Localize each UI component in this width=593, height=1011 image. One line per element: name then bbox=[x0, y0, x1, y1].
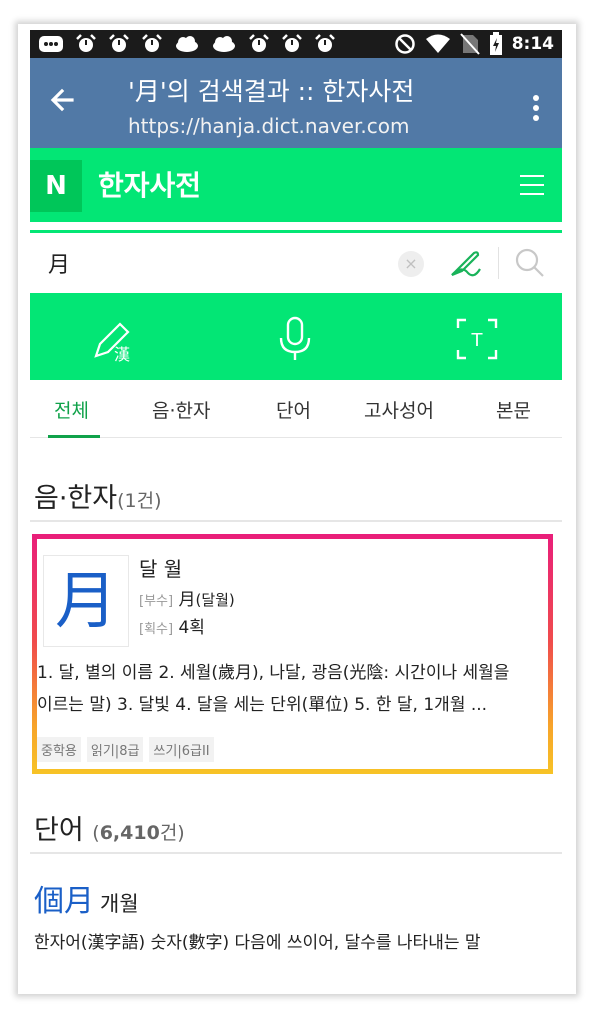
notification-icons bbox=[30, 30, 336, 58]
back-arrow-icon[interactable] bbox=[44, 80, 84, 120]
handwriting-input-icon[interactable]: 漢 bbox=[88, 314, 138, 364]
word-reading: 개월 bbox=[100, 892, 139, 916]
clock: 8:14 bbox=[511, 34, 554, 54]
meaning-line: 1. 달, 별의 이름 2. 세월(歲月), 나달, 광음(光陰: 시간이나 세… bbox=[37, 663, 510, 683]
level-chip: 쓰기|6급II bbox=[149, 737, 214, 762]
radical-value: 月 bbox=[178, 590, 196, 610]
hanja-result-body: 月 달 월 [부수] 月(달월) [획수] 4획 1. 달, 별의 이름 2. … bbox=[37, 539, 548, 769]
battery-charging-icon bbox=[489, 32, 502, 55]
naver-logo[interactable]: N bbox=[30, 160, 82, 212]
wifi-icon bbox=[425, 34, 450, 53]
no-sim-icon bbox=[459, 33, 480, 55]
word-section-label: 단어 bbox=[34, 815, 84, 846]
tab-words[interactable]: 단어 bbox=[276, 396, 311, 423]
search-bar: × bbox=[30, 230, 562, 296]
input-tools-bar: 漢 T bbox=[30, 296, 562, 380]
radical-note: (달월) bbox=[195, 591, 235, 609]
word-definition: 한자어(漢字語) 숫자(數字) 다음에 쓰이어, 달수를 나타내는 말 bbox=[34, 933, 481, 953]
search-divider bbox=[498, 247, 499, 279]
site-header: N 한자사전 bbox=[30, 148, 562, 222]
search-input[interactable] bbox=[48, 247, 348, 279]
clear-search-button[interactable]: × bbox=[398, 251, 424, 277]
phone-screen: 8:14 '月'의 검색결과 :: 한자사전 https://hanja.dic… bbox=[30, 30, 562, 988]
hanja-character[interactable]: 月 bbox=[43, 555, 129, 647]
chat-icon bbox=[39, 36, 63, 52]
site-title[interactable]: 한자사전 bbox=[98, 164, 201, 204]
level-chips: 중학용 읽기|8급 쓰기|6급II bbox=[37, 737, 214, 762]
alarm-icon bbox=[315, 34, 335, 52]
browser-toolbar: '月'의 검색결과 :: 한자사전 https://hanja.dict.nav… bbox=[30, 58, 562, 148]
strokes-label: [획수] bbox=[139, 622, 174, 637]
alarm-icon bbox=[142, 34, 162, 52]
hanja-result-card[interactable]: 月 달 월 [부수] 月(달월) [획수] 4획 1. 달, 별의 이름 2. … bbox=[32, 534, 553, 774]
strokes-row: [획수] 4획 bbox=[139, 613, 205, 638]
text-recognition-icon[interactable]: T bbox=[452, 314, 502, 364]
search-icon[interactable] bbox=[514, 247, 546, 279]
strokes-value: 4획 bbox=[178, 618, 205, 638]
alarm-icon bbox=[109, 34, 129, 52]
hanja-section-title: 음·한자(1건) bbox=[34, 476, 162, 515]
overflow-menu-icon[interactable] bbox=[524, 88, 548, 128]
hamburger-menu-icon[interactable] bbox=[518, 172, 546, 198]
handwriting-search-icon[interactable] bbox=[448, 245, 484, 281]
alarm-icon bbox=[249, 34, 269, 52]
microphone-icon[interactable] bbox=[270, 314, 320, 364]
level-chip: 읽기|8급 bbox=[86, 737, 144, 762]
word-hanja[interactable]: 個月 bbox=[34, 884, 94, 919]
svg-text:漢: 漢 bbox=[114, 345, 130, 364]
hanja-reading: 달 월 bbox=[139, 557, 183, 581]
level-chip: 중학용 bbox=[37, 737, 81, 762]
tab-sound-hanja[interactable]: 음·한자 bbox=[152, 396, 210, 423]
result-tabs: 전체 음·한자 단어 고사성어 본문 bbox=[30, 380, 562, 438]
browser-page-title: '月'의 검색결과 :: 한자사전 bbox=[128, 77, 415, 106]
tab-body-text[interactable]: 본문 bbox=[496, 396, 531, 423]
alarm-icon bbox=[76, 34, 96, 52]
radical-row: [부수] 月(달월) bbox=[139, 585, 235, 610]
screenshot-frame: 8:14 '月'의 검색결과 :: 한자사전 https://hanja.dic… bbox=[18, 24, 576, 994]
cloud-icon bbox=[213, 36, 235, 52]
hanja-meanings: 1. 달, 별의 이름 2. 세월(歲月), 나달, 광음(光陰: 시간이나 세… bbox=[37, 657, 551, 721]
status-bar: 8:14 bbox=[30, 30, 562, 58]
hanja-section-count: (1건) bbox=[117, 490, 162, 512]
tab-all[interactable]: 전체 bbox=[54, 396, 89, 423]
section-divider bbox=[30, 852, 562, 854]
word-section-title: 단어 (6,410건) bbox=[34, 808, 185, 847]
system-icons: 8:14 bbox=[394, 32, 562, 56]
alarm-icon bbox=[282, 34, 302, 52]
browser-url[interactable]: https://hanja.dict.naver.com bbox=[128, 114, 409, 138]
svg-text:T: T bbox=[471, 330, 484, 351]
word-section-count: (6,410건) bbox=[92, 822, 185, 844]
meaning-line: 이르는 말) 3. 달빛 4. 달을 세는 단위(單位) 5. 한 달, 1개월… bbox=[37, 695, 488, 715]
hanja-section-label: 음·한자 bbox=[34, 483, 118, 514]
section-divider bbox=[30, 520, 562, 522]
word-result-header[interactable]: 個月 개월 bbox=[34, 876, 139, 920]
active-tab-indicator bbox=[48, 435, 100, 438]
cloud-icon bbox=[176, 36, 198, 52]
radical-label: [부수] bbox=[139, 594, 174, 609]
tab-idioms[interactable]: 고사성어 bbox=[364, 396, 434, 423]
do-not-disturb-icon bbox=[394, 34, 415, 54]
